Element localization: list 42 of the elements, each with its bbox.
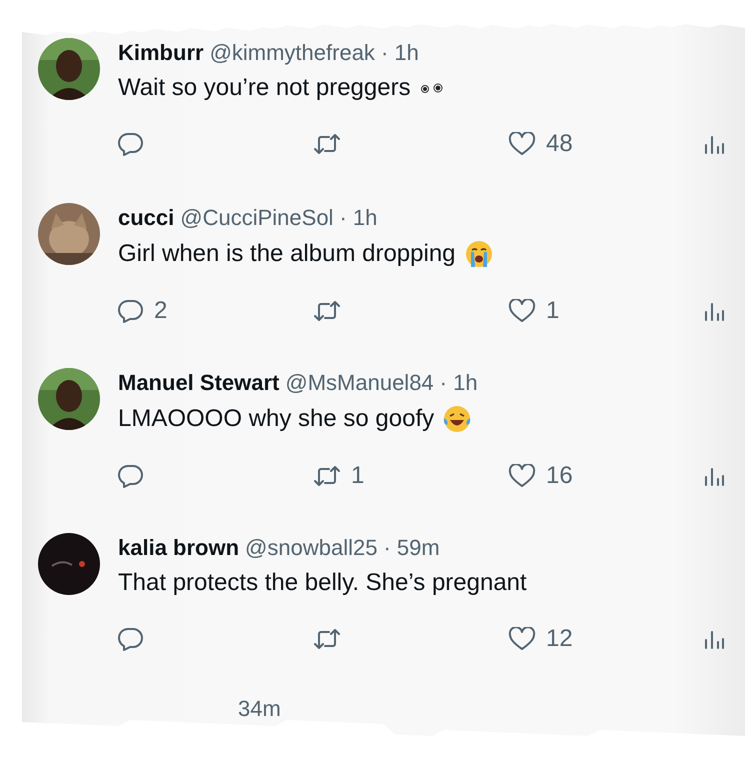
reply-icon[interactable] (118, 627, 144, 651)
views-icon[interactable] (703, 465, 725, 487)
heart-icon[interactable] (508, 627, 536, 651)
user-name[interactable]: Manuel Stewart (118, 370, 280, 396)
retweet-icon[interactable] (313, 133, 341, 155)
post-time: · 1h (339, 205, 378, 231)
reply-text: Wait so you’re not preggers (118, 74, 411, 102)
user-handle[interactable]: @MsManuel84 (285, 370, 434, 396)
views-icon[interactable] (703, 628, 725, 650)
retweet-count: 1 (351, 462, 364, 490)
post-time: 34m (238, 696, 281, 721)
views-icon[interactable] (703, 300, 725, 322)
reply-text: That protects the belly. She’s pregnant (118, 569, 527, 597)
like-count: 1 (546, 297, 560, 325)
like-count: 48 (546, 130, 573, 158)
user-name[interactable]: kalia brown (118, 535, 240, 561)
views-icon[interactable] (703, 133, 725, 155)
laughing-face-icon (442, 404, 472, 434)
post-time: · 1h (380, 40, 419, 66)
user-handle[interactable]: @CucciPineSol (180, 205, 334, 231)
retweet-icon[interactable] (313, 300, 341, 322)
retweet-icon[interactable] (313, 465, 341, 487)
user-handle[interactable]: @kimmythefreak (210, 40, 375, 66)
user-handle[interactable]: @snowball25 (245, 535, 378, 561)
post-time: · 1h (440, 370, 478, 396)
reply-icon[interactable] (118, 132, 144, 156)
user-name[interactable]: Kimburr (118, 40, 204, 66)
crying-face-icon (464, 239, 494, 269)
retweet-icon[interactable] (313, 628, 341, 650)
reply-count: 2 (154, 297, 168, 325)
reply-text: LMAOOOO why she so goofy (118, 405, 434, 433)
reply-icon[interactable] (118, 299, 144, 323)
heart-icon[interactable] (508, 299, 536, 323)
reply-icon[interactable] (118, 464, 144, 488)
eyes-icon (418, 82, 445, 94)
heart-icon[interactable] (508, 132, 536, 156)
user-name[interactable]: cucci (118, 205, 174, 231)
post-time: · 59m (383, 535, 440, 561)
reply-text: Girl when is the album dropping (118, 240, 456, 268)
heart-icon[interactable] (508, 464, 536, 488)
like-count: 16 (546, 462, 573, 490)
like-count: 12 (546, 625, 573, 653)
